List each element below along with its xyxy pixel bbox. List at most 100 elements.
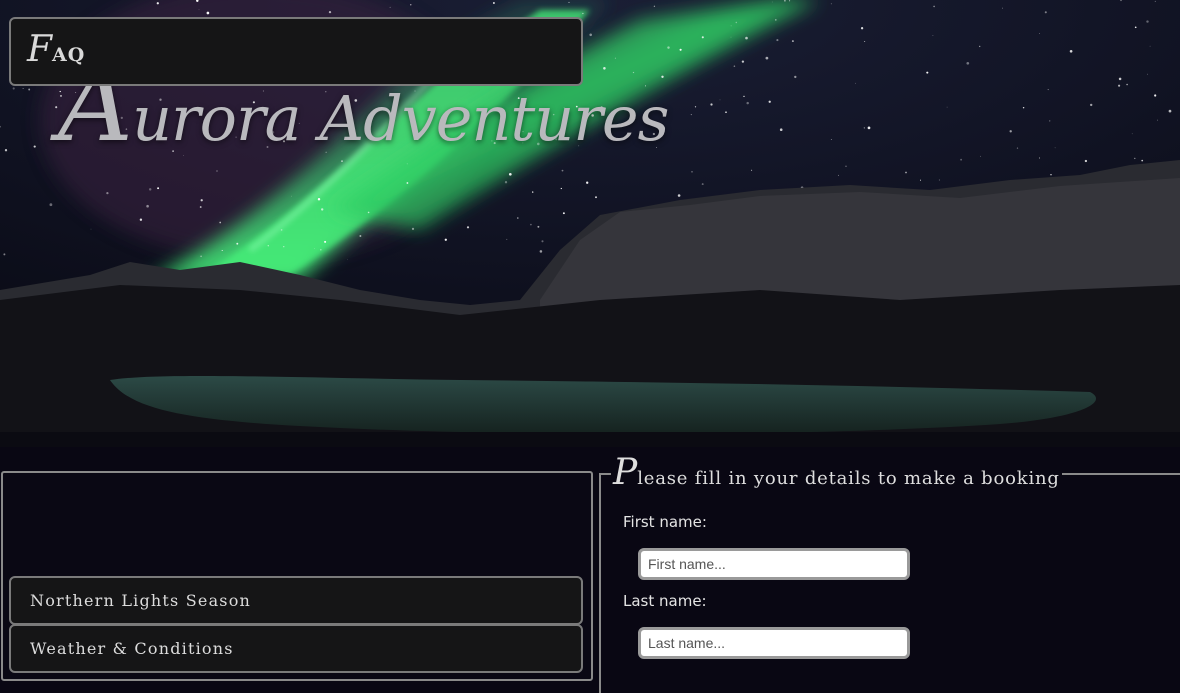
- star: [562, 212, 565, 215]
- star: [1016, 147, 1019, 149]
- star: [830, 3, 832, 5]
- star: [219, 221, 222, 224]
- star: [791, 40, 794, 43]
- star: [980, 155, 981, 157]
- star: [199, 206, 202, 208]
- star: [157, 187, 160, 190]
- star: [1168, 109, 1172, 113]
- faq-item-northern-lights-season[interactable]: Northern Lights Season: [9, 576, 583, 625]
- star: [966, 61, 970, 65]
- star: [701, 183, 704, 186]
- star: [691, 170, 693, 173]
- star: [1134, 157, 1136, 160]
- faq-title-rest: AQ: [51, 44, 86, 66]
- star: [932, 35, 934, 36]
- star: [1118, 84, 1121, 87]
- star: [938, 179, 940, 181]
- star: [1002, 7, 1003, 9]
- star: [146, 204, 149, 208]
- star: [830, 138, 832, 140]
- star: [586, 181, 589, 184]
- faq-header: FAQ: [9, 17, 583, 86]
- star: [960, 158, 962, 161]
- star: [444, 238, 447, 241]
- site-title-rest: urora Adventures: [132, 82, 669, 155]
- star: [735, 21, 738, 24]
- last-name-input[interactable]: [638, 627, 910, 659]
- star: [4, 149, 8, 152]
- star: [774, 19, 777, 21]
- star: [1131, 133, 1133, 135]
- star: [347, 259, 348, 260]
- booking-legend: Please fill in your details to make a bo…: [611, 452, 1062, 493]
- star: [200, 255, 202, 258]
- star: [582, 12, 584, 15]
- star: [492, 2, 495, 4]
- star: [765, 56, 769, 60]
- star: [389, 6, 391, 8]
- star: [746, 101, 749, 105]
- star: [838, 174, 839, 176]
- star: [1069, 49, 1073, 53]
- star: [410, 4, 412, 6]
- star: [406, 163, 408, 165]
- star: [1089, 103, 1093, 107]
- star: [776, 39, 779, 42]
- star: [855, 82, 856, 84]
- booking-legend-initial: P: [613, 452, 638, 493]
- star: [198, 9, 200, 11]
- star: [771, 1, 773, 3]
- star: [530, 223, 532, 226]
- star: [1134, 26, 1137, 29]
- faq-item-weather-conditions[interactable]: Weather & Conditions: [9, 624, 583, 673]
- star: [595, 196, 597, 199]
- star: [532, 191, 534, 193]
- star: [320, 248, 322, 251]
- star: [933, 5, 935, 8]
- star: [106, 191, 109, 195]
- star: [568, 1, 570, 3]
- star: [324, 240, 327, 243]
- faq-title: FAQ: [27, 29, 85, 70]
- star: [667, 46, 670, 49]
- star: [694, 106, 697, 108]
- star: [90, 228, 92, 230]
- star: [1146, 20, 1149, 23]
- star: [561, 169, 564, 172]
- first-name-input[interactable]: [638, 548, 910, 580]
- star: [236, 242, 239, 245]
- star: [321, 208, 324, 211]
- star: [537, 225, 540, 228]
- star: [979, 45, 981, 48]
- star: [1039, 157, 1040, 159]
- star: [367, 211, 370, 214]
- star: [3, 253, 6, 256]
- star: [139, 218, 143, 221]
- star: [33, 145, 36, 148]
- star: [466, 226, 470, 229]
- star: [1022, 106, 1025, 109]
- star: [49, 203, 53, 207]
- star: [156, 2, 159, 5]
- star: [359, 235, 362, 237]
- star: [926, 71, 929, 74]
- star: [200, 199, 203, 202]
- star: [539, 250, 543, 253]
- star: [504, 181, 508, 184]
- star: [12, 87, 15, 90]
- star: [864, 41, 866, 43]
- star: [863, 127, 865, 129]
- star: [730, 36, 732, 38]
- star: [1141, 159, 1144, 162]
- star: [1009, 130, 1012, 133]
- star: [508, 172, 512, 176]
- star: [1047, 89, 1049, 91]
- star: [541, 240, 544, 243]
- star: [280, 229, 283, 231]
- star: [1050, 174, 1052, 176]
- star: [845, 165, 847, 167]
- star: [743, 95, 745, 98]
- star: [1044, 11, 1047, 14]
- star: [867, 126, 871, 130]
- first-name-label: First name:: [623, 513, 707, 531]
